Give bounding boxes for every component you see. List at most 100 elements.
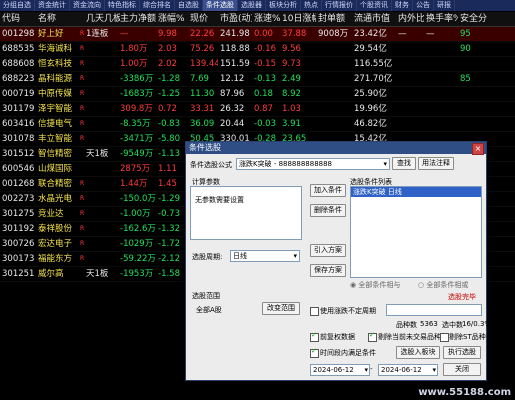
table-row[interactable]: 001298 好上好 1连板 — 9.98 22.26 241.98 0.00 37.88 900… — [0, 27, 515, 42]
cell-name: 水晶光电 — [38, 194, 73, 204]
nav-tab[interactable]: 公告 — [413, 0, 434, 11]
cell-ratio — [398, 87, 424, 101]
cell-cap: 19.96亿 — [354, 104, 387, 114]
column-header[interactable]: 10日涨幅% — [282, 12, 316, 26]
forward-adjust-checkbox[interactable] — [310, 331, 319, 342]
exclude-untraded-label: 剔除当前未交易品种 — [378, 333, 441, 341]
column-header[interactable]: 涨幅% — [158, 12, 188, 26]
column-header[interactable]: 涨速% — [254, 12, 280, 26]
column-header[interactable]: 几天几板 — [86, 12, 120, 26]
period-select[interactable]: 日线 ▾ — [230, 250, 300, 262]
table-row[interactable]: 603416 信捷电气 -8.35万 -0.83 36.09 20.44 -0.03 3.91… — [0, 117, 515, 132]
execute-button[interactable]: 执行选股 — [443, 346, 481, 359]
cell-days — [86, 87, 120, 101]
cell-chg: -1.13 — [158, 149, 180, 159]
save-scheme-button[interactable]: 保存方案 — [310, 264, 346, 277]
cell-seal: 9008万 — [318, 29, 349, 39]
cell-net: -162.6万 — [120, 224, 156, 234]
table-row[interactable]: 301179 泽宇智能 309.8万 0.72 33.31 26.32 0.87 1.03 19… — [0, 102, 515, 117]
radio-and[interactable]: ◉ 全部条件相与 — [350, 280, 400, 290]
usage-button[interactable]: 用法注释 — [418, 157, 454, 170]
close-icon[interactable]: × — [472, 143, 484, 155]
hit-label: 选中数 — [442, 321, 463, 329]
column-header[interactable]: 内外比 — [398, 12, 424, 26]
column-header[interactable]: 代码 — [2, 12, 38, 26]
cell-score: 85 — [460, 74, 471, 84]
radio-or[interactable]: ○ 全部条件相或 — [418, 280, 468, 290]
find-button[interactable]: 查找 — [392, 157, 416, 170]
cell-spd: -0.03 — [254, 119, 276, 129]
nav-tab[interactable]: 特色指标 — [105, 0, 140, 11]
custom-period-input[interactable] — [386, 304, 482, 316]
column-header[interactable]: 市盈(动) — [220, 12, 252, 26]
nav-tab[interactable]: 条件选股 — [203, 0, 238, 11]
status-text: 选股完毕 — [448, 293, 476, 301]
nav-tab[interactable]: 行情报价 — [322, 0, 357, 11]
import-scheme-button[interactable]: 引入方案 — [310, 244, 346, 257]
exclude-st-checkbox[interactable] — [440, 333, 449, 342]
date-to-input[interactable]: 2024-06-12 ▾ — [378, 364, 438, 376]
to-board-button[interactable]: 选股入板块 — [396, 346, 440, 359]
nav-tab[interactable]: 研报 — [434, 0, 455, 11]
table-row[interactable]: 688223 晶科能源 -3386万 -1.28 7.69 12.12 -0.13 2.49 2… — [0, 72, 515, 87]
cell-chg: -1.58 — [158, 269, 180, 279]
cell-seal — [318, 87, 352, 101]
column-header[interactable]: 名称 — [38, 12, 84, 26]
cell-chg10: 3.91 — [282, 119, 301, 129]
nav-tab[interactable]: 个股资讯 — [357, 0, 392, 11]
cell-name: 智信精密 — [38, 149, 73, 159]
nav-tab[interactable]: 财务 — [392, 0, 413, 11]
table-row[interactable]: 000719 中原传媒 -1683万 -1.25 11.30 87.96 0.18 8.92 2… — [0, 87, 515, 102]
cell-chg: 2.03 — [158, 44, 177, 54]
cell-price: 33.31 — [190, 104, 215, 114]
cell-code: 688223 — [2, 74, 35, 84]
date-from-input[interactable]: 2024-06-12 ▾ — [310, 364, 370, 376]
delete-condition-button[interactable]: 删除条件 — [310, 204, 346, 217]
cell-cap: 23.42亿 — [354, 29, 387, 39]
add-condition-button[interactable]: 加入条件 — [310, 184, 346, 197]
table-row[interactable]: 688608 恒玄科技 1.00万 2.02 139.44 151.59 -0.15 9.73… — [0, 57, 515, 72]
use-custom-period-checkbox[interactable] — [310, 307, 319, 316]
cell-code: 688535 — [2, 44, 35, 54]
nav-tab[interactable]: 自选股 — [175, 0, 203, 11]
nav-tab[interactable]: 资金统计 — [35, 0, 70, 11]
cell-chg: -0.73 — [158, 209, 180, 219]
change-scope-button[interactable]: 改变范围 — [262, 302, 300, 315]
nav-tab[interactable]: 综合排名 — [140, 0, 175, 11]
rzrq-flag-badge: R — [80, 240, 85, 247]
cell-days — [86, 252, 120, 266]
cell-price: 7.69 — [190, 74, 209, 84]
condition-item[interactable]: 涨跌K突破 日线 — [351, 187, 481, 197]
scope-title: 选股范围 — [192, 292, 220, 300]
condition-list[interactable]: 涨跌K突破 日线 — [350, 186, 482, 278]
column-header[interactable]: 换手率% — [426, 12, 458, 26]
close-button[interactable]: 关闭 — [443, 363, 481, 376]
cell-pe: 241.98 — [220, 29, 250, 39]
cell-spd: -0.16 — [254, 44, 276, 54]
cell-name: 好上好 — [38, 29, 64, 39]
nav-tab[interactable]: 板块分析 — [266, 0, 301, 11]
time-range-checkbox[interactable] — [310, 347, 319, 358]
exclude-untraded-checkbox[interactable] — [368, 331, 377, 342]
cell-days — [86, 132, 120, 146]
nav-tab[interactable]: 选股器 — [238, 0, 266, 11]
nav-tab[interactable]: 分组自选 — [0, 0, 35, 11]
cell-days — [86, 207, 120, 221]
nav-tab[interactable]: 热点 — [301, 0, 322, 11]
column-header[interactable]: 封单额 — [318, 12, 352, 26]
cell-price: 139.44 — [190, 59, 218, 69]
column-header[interactable]: 主力净额 — [120, 12, 158, 26]
forward-adjust-label: 前复权数据 — [320, 333, 355, 341]
column-header[interactable]: 流通市值 — [354, 12, 398, 26]
nav-tab[interactable]: 资金流向 — [70, 0, 105, 11]
cell-code: 600546 — [2, 164, 35, 174]
formula-select[interactable]: 涨跌K突破 - 888888888888 ▾ — [236, 158, 390, 170]
cell-score — [460, 57, 490, 71]
chevron-down-icon: ▾ — [293, 252, 297, 260]
cell-net: -150.0万 — [120, 194, 156, 204]
count-label: 品种数 — [396, 321, 417, 329]
column-header[interactable]: 安全分 — [460, 12, 490, 26]
cell-price: 75.26 — [190, 44, 215, 54]
table-row[interactable]: 688535 华海诚科 1.80万 2.03 75.26 118.88 -0.16 9.56 2… — [0, 42, 515, 57]
column-header[interactable]: 现价 — [190, 12, 218, 26]
